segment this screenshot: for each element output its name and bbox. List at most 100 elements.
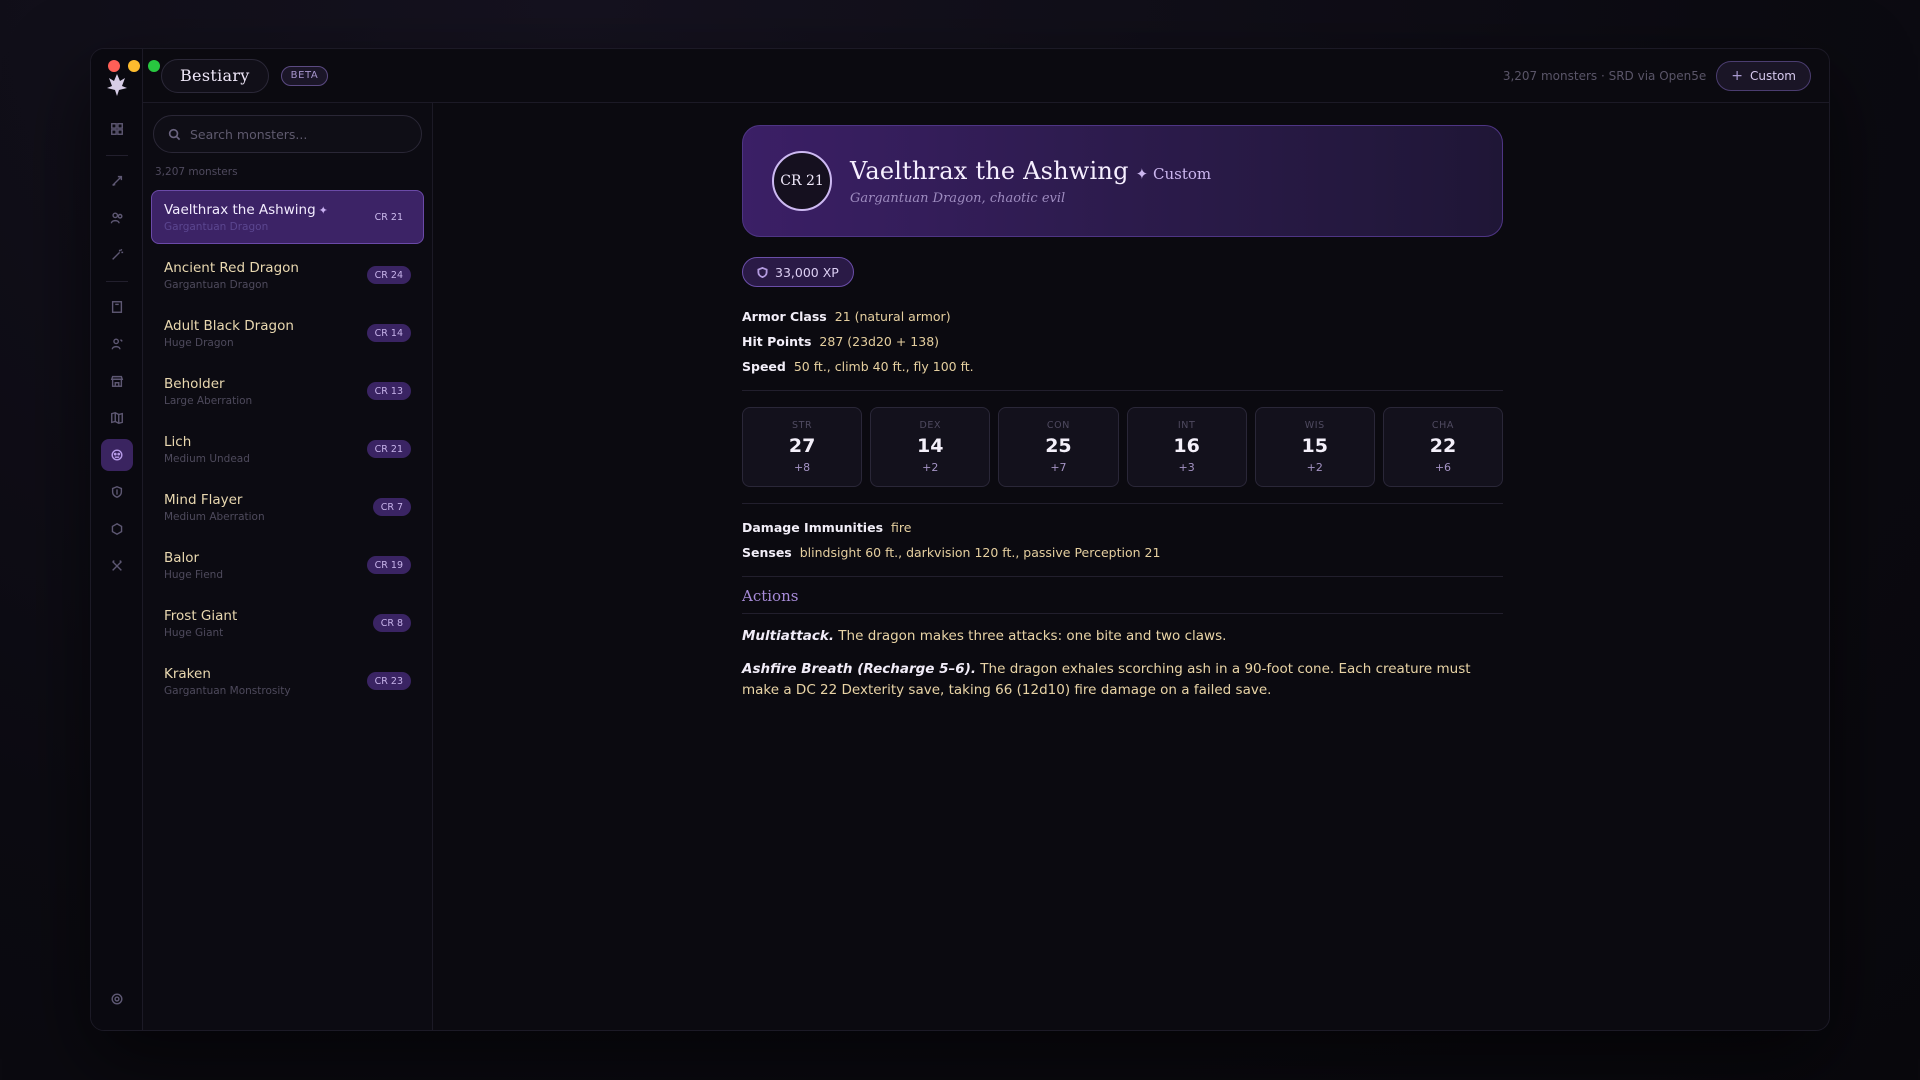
monster-item-name: Adult Black Dragon xyxy=(164,317,294,334)
close-window-button[interactable] xyxy=(108,60,120,72)
monster-list-item[interactable]: Lich Medium Undead CR 21 xyxy=(151,422,424,476)
armor-class-label: Armor Class xyxy=(742,309,827,324)
monster-item-type: Gargantuan Monstrosity xyxy=(164,684,291,697)
app-title: Bestiary xyxy=(161,58,269,93)
stat-block: CR 21 Vaelthrax the Ashwing ✦ Custom Gar… xyxy=(742,125,1504,701)
shop-icon[interactable] xyxy=(101,365,133,397)
monster-source-meta: 3,207 monsters · SRD via Open5e xyxy=(1502,68,1707,83)
ability-modifier: +2 xyxy=(1306,461,1323,474)
monster-header: CR 21 Vaelthrax the Ashwing ✦ Custom Gar… xyxy=(742,125,1503,237)
monster-list-item[interactable]: Balor Huge Fiend CR 19 xyxy=(151,538,424,592)
monster-count: 3,207 monsters xyxy=(155,166,238,178)
action-text: The dragon makes three attacks: one bite… xyxy=(838,628,1227,644)
monster-list: Vaelthrax the Ashwing ✦ Gargantuan Dragon C… xyxy=(143,190,432,708)
cr-badge: CR 14 xyxy=(366,324,411,342)
ability-modifier: +7 xyxy=(1050,461,1067,474)
ability-label: DEX xyxy=(919,420,942,431)
damage-immunities-label: Damage Immunities xyxy=(742,520,884,535)
cr-badge: CR 23 xyxy=(366,672,411,690)
speed-value: 50 ft., climb 40 ft., fly 100 ft. xyxy=(793,359,974,374)
rail-divider xyxy=(105,155,128,156)
action-entry: Multiattack. The dragon makes three atta… xyxy=(742,626,1503,647)
ability-label: CON xyxy=(1046,420,1070,431)
custom-star-icon: ✦ xyxy=(318,203,328,217)
npc-icon[interactable] xyxy=(101,328,133,360)
senses-label: Senses xyxy=(742,545,792,560)
quill-icon[interactable] xyxy=(101,165,133,197)
settings-icon[interactable] xyxy=(101,983,133,1015)
ability-scores: STR 27 +8 DEX 14 +2 CON 25 +7 INT 16 +3 WIS 15 +2 CHA 22… xyxy=(742,407,1504,487)
action-entry: Ashfire Breath (Recharge 5–6). The drago… xyxy=(742,659,1503,701)
monster-list-item[interactable]: Vaelthrax the Ashwing ✦ Gargantuan Dragon C… xyxy=(151,190,424,244)
monster-item-type: Huge Fiend xyxy=(164,568,223,581)
ability-label: STR xyxy=(791,420,813,431)
ability-score-cha: CHA 22 +6 xyxy=(1382,407,1504,487)
monster-list-item[interactable]: Ancient Red Dragon Gargantuan Dragon CR 24 xyxy=(151,248,424,302)
add-custom-button[interactable]: + Custom xyxy=(1716,60,1811,91)
monster-item-type: Medium Aberration xyxy=(164,510,265,523)
monster-face-icon[interactable] xyxy=(100,439,133,471)
monster-item-type: Gargantuan Dragon xyxy=(164,220,269,233)
hexagon-icon[interactable] xyxy=(101,513,133,545)
core-properties: Armor Class 21 (natural armor) Hit Points… xyxy=(742,309,1503,374)
monster-item-name: Frost Giant xyxy=(164,607,238,624)
tools-icon[interactable] xyxy=(101,550,133,582)
action-name: Ashfire Breath (Recharge 5–6). xyxy=(742,661,976,677)
monster-list-item[interactable]: Frost Giant Huge Giant CR 8 xyxy=(151,596,424,650)
ability-score-int: INT 16 +3 xyxy=(1126,407,1247,487)
armor-class-row: Armor Class 21 (natural armor) xyxy=(742,309,1503,324)
grid-icon[interactable] xyxy=(101,113,133,145)
cr-badge: CR 13 xyxy=(366,382,411,400)
monster-list-item[interactable]: Beholder Large Aberration CR 13 xyxy=(151,364,424,418)
monster-item-name: Ancient Red Dragon xyxy=(164,259,299,276)
xp-chip: 33,000 XP xyxy=(742,257,854,287)
ability-value: 22 xyxy=(1429,435,1457,457)
monster-item-type: Huge Giant xyxy=(164,626,224,639)
cr-badge: CR 7 xyxy=(372,498,411,516)
monster-item-type: Gargantuan Dragon xyxy=(164,278,269,291)
ability-modifier: +3 xyxy=(1178,461,1195,474)
minimize-window-button[interactable] xyxy=(128,60,140,72)
monster-name: Vaelthrax the Ashwing xyxy=(850,156,1129,185)
map-icon[interactable] xyxy=(101,402,133,434)
maximize-window-button[interactable] xyxy=(148,60,160,72)
speed-label: Speed xyxy=(742,359,786,374)
monster-list-item[interactable]: Adult Black Dragon Huge Dragon CR 14 xyxy=(151,306,424,360)
users-icon[interactable] xyxy=(101,202,133,234)
beta-badge: BETA xyxy=(280,65,329,86)
monster-item-name: Beholder xyxy=(164,375,225,392)
ability-score-con: CON 25 +7 xyxy=(998,407,1119,487)
monster-item-type: Large Aberration xyxy=(164,394,253,407)
cr-badge: CR 8 xyxy=(372,614,411,632)
monster-list-item[interactable]: Kraken Gargantuan Monstrosity CR 23 xyxy=(151,654,424,708)
divider xyxy=(742,503,1503,504)
ability-score-wis: WIS 15 +2 xyxy=(1254,407,1375,487)
add-custom-label: Custom xyxy=(1750,68,1796,83)
ability-score-dex: DEX 14 +2 xyxy=(870,407,991,487)
action-name: Multiattack. xyxy=(742,628,834,644)
monster-item-name: Mind Flayer xyxy=(164,491,243,508)
monster-list-item[interactable]: Mind Flayer Medium Aberration CR 7 xyxy=(151,480,424,534)
wand-icon[interactable] xyxy=(101,239,133,271)
hit-points-row: Hit Points 287 (23d20 + 138) xyxy=(742,334,1503,349)
ability-value: 16 xyxy=(1173,435,1200,457)
damage-immunities-value: fire xyxy=(891,520,912,535)
ability-value: 15 xyxy=(1301,435,1328,457)
book-icon[interactable] xyxy=(101,291,133,323)
cr-badge: CR 21 xyxy=(366,440,411,458)
cr-badge: CR 19 xyxy=(366,556,411,574)
shield-icon[interactable] xyxy=(101,476,133,508)
cr-badge: CR 24 xyxy=(366,266,411,284)
monster-item-name: Balor xyxy=(164,549,200,566)
secondary-properties: Damage Immunities fire Senses blindsight 6… xyxy=(742,520,1503,560)
damage-immunities-row: Damage Immunities fire xyxy=(742,520,1503,535)
search-box[interactable] xyxy=(153,115,422,153)
monster-sidebar: 3,207 monsters Vaelthrax the Ashwing✦ Gar… xyxy=(143,103,433,1030)
senses-row: Senses blindsight 60 ft., darkvision 120 … xyxy=(742,545,1503,560)
app-window: Bestiary BETA 3,207 monsters · SRD via O… xyxy=(90,48,1830,1031)
monster-item-type: Medium Undead xyxy=(164,452,250,465)
app-logo-icon xyxy=(104,71,130,99)
window-controls xyxy=(108,60,160,72)
plus-icon: + xyxy=(1731,67,1744,84)
search-input[interactable] xyxy=(190,126,400,142)
